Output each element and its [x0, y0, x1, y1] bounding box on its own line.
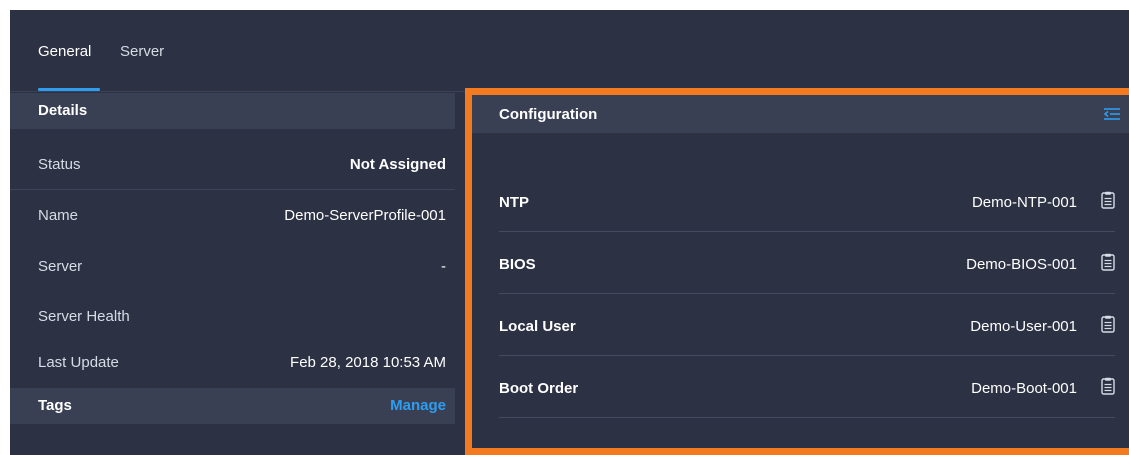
ntp-label: NTP [499, 194, 529, 211]
ntp-value: Demo-NTP-001 [971, 194, 1077, 211]
status-value: Not Assigned [349, 156, 446, 173]
details-title: Details [38, 102, 88, 119]
name-value: Demo-ServerProfile-001 [284, 207, 446, 224]
details-header: Details [10, 93, 455, 129]
server-profile-view: General Server Details Status Not Assign… [10, 10, 1129, 455]
tab-server[interactable]: Server [120, 43, 164, 60]
config-row-boot-order: Boot Order Demo-Boot-001 [499, 356, 1115, 418]
configuration-title: Configuration [499, 106, 598, 123]
config-row-bios: BIOS Demo-BIOS-001 [499, 232, 1115, 294]
document-icon[interactable] [1101, 191, 1115, 209]
server-health-label: Server Health [38, 308, 130, 325]
last-update-value: Feb 28, 2018 10:53 AM [290, 354, 446, 371]
document-icon[interactable] [1101, 377, 1115, 395]
tab-bar: General Server [10, 10, 1129, 92]
status-label: Status [38, 156, 81, 173]
last-update-label: Last Update [38, 354, 119, 371]
server-value: - [441, 258, 446, 275]
server-label: Server [38, 258, 83, 275]
tags-header: Tags Manage [10, 388, 455, 424]
boot-order-value: Demo-Boot-001 [971, 380, 1077, 397]
local-user-label: Local User [499, 318, 576, 335]
bios-value: Demo-BIOS-001 [966, 256, 1077, 273]
config-row-ntp: NTP Demo-NTP-001 [499, 170, 1115, 232]
configuration-panel: Configuration NTP Demo-NTP-001 BIOS Demo… [465, 88, 1129, 455]
config-row-local-user: Local User Demo-User-001 [499, 294, 1115, 356]
tab-general[interactable]: General [38, 43, 91, 60]
tags-title: Tags [38, 397, 72, 414]
manage-tags-link[interactable]: Manage [390, 397, 446, 414]
boot-order-label: Boot Order [499, 380, 579, 397]
bios-label: BIOS [499, 256, 536, 273]
configuration-header: Configuration [472, 95, 1129, 133]
document-icon[interactable] [1101, 315, 1115, 333]
row-divider [10, 189, 455, 190]
collapse-list-icon[interactable] [1103, 107, 1121, 121]
local-user-value: Demo-User-001 [970, 318, 1077, 335]
document-icon[interactable] [1101, 253, 1115, 271]
name-label: Name [38, 207, 79, 224]
details-panel: Details Status Not Assigned Name Demo-Se… [10, 92, 455, 455]
